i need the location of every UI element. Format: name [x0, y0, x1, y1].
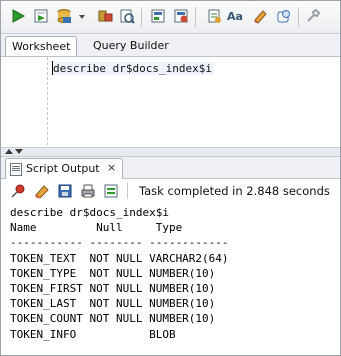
tab-script-output[interactable]: Script Output × [5, 158, 123, 179]
editor-gutter [47, 57, 48, 145]
toolbar-separator [127, 183, 128, 199]
toolbar-separator [298, 7, 299, 27]
toolbar-separator [141, 7, 142, 27]
script-output-text: describe dr$docs_index$i Name Null Type --… [10, 205, 229, 342]
toolbar-separator [195, 7, 196, 27]
panel-splitter[interactable] [1, 147, 340, 157]
run-statement-icon[interactable] [9, 7, 27, 25]
close-icon[interactable]: × [107, 159, 116, 177]
print-icon[interactable] [80, 183, 96, 199]
output-line: TOKEN_FIRST NOT NULL NUMBER(10) [10, 282, 216, 296]
commit-icon[interactable] [55, 7, 73, 25]
find-icon[interactable] [275, 7, 293, 25]
pin-icon[interactable] [10, 183, 26, 199]
clear-output-icon[interactable] [34, 183, 50, 199]
output-line: TOKEN_TYPE NOT NULL NUMBER(10) [10, 266, 216, 280]
output-line: Name Null Type [10, 221, 183, 235]
tab-query-builder[interactable]: Query Builder [87, 36, 175, 55]
save-icon[interactable] [57, 183, 73, 199]
run-script-icon[interactable] [32, 7, 50, 25]
status-text: Task completed in 2.848 seconds [139, 184, 330, 198]
text-caret [52, 61, 53, 75]
worksheet-tabs: Worksheet Query Builder [1, 34, 340, 57]
script-output-icon [10, 163, 22, 176]
script-output-label: Script Output [26, 162, 100, 175]
output-line: TOKEN_LAST NOT NULL NUMBER(10) [10, 297, 216, 311]
commit-dropdown-icon[interactable] [79, 15, 85, 19]
output-line: ----------- -------- ------------ [10, 236, 229, 250]
output-line: TOKEN_INFO BLOB [10, 327, 176, 341]
output-line: TOKEN_TEXT NOT NULL VARCHAR2(64) [10, 251, 229, 265]
output-tabs: Script Output × [1, 157, 340, 179]
svg-text:Aa: Aa [227, 10, 243, 23]
collapse-down-icon[interactable] [15, 149, 23, 154]
editor-line-1[interactable]: describe dr$docs_index$i [53, 62, 214, 75]
sql-editor[interactable]: describe dr$docs_index$i [1, 57, 340, 147]
autotrace-icon[interactable] [118, 7, 136, 25]
explain-plan-icon[interactable] [149, 7, 167, 25]
format-icon[interactable] [251, 7, 269, 25]
tab-worksheet[interactable]: Worksheet [5, 36, 78, 56]
collapse-up-icon[interactable] [5, 149, 13, 154]
output-line: describe dr$docs_index$i [10, 206, 169, 219]
uppercase-icon[interactable]: Aa [227, 7, 245, 25]
sql-tuning-icon[interactable] [172, 7, 190, 25]
clear-icon[interactable] [205, 7, 223, 25]
output-line: TOKEN_COUNT NOT NULL NUMBER(10) [10, 312, 216, 326]
unshared-sql-icon[interactable] [304, 7, 322, 25]
sql-developer-worksheet: Aa Worksheet Query Builder describe dr$d… [0, 0, 341, 356]
output-toolbar: Task completed in 2.848 seconds [1, 179, 340, 203]
worksheet-toolbar: Aa [1, 1, 340, 34]
rollback-icon[interactable] [96, 7, 114, 25]
buffer-size-icon[interactable] [103, 183, 119, 199]
